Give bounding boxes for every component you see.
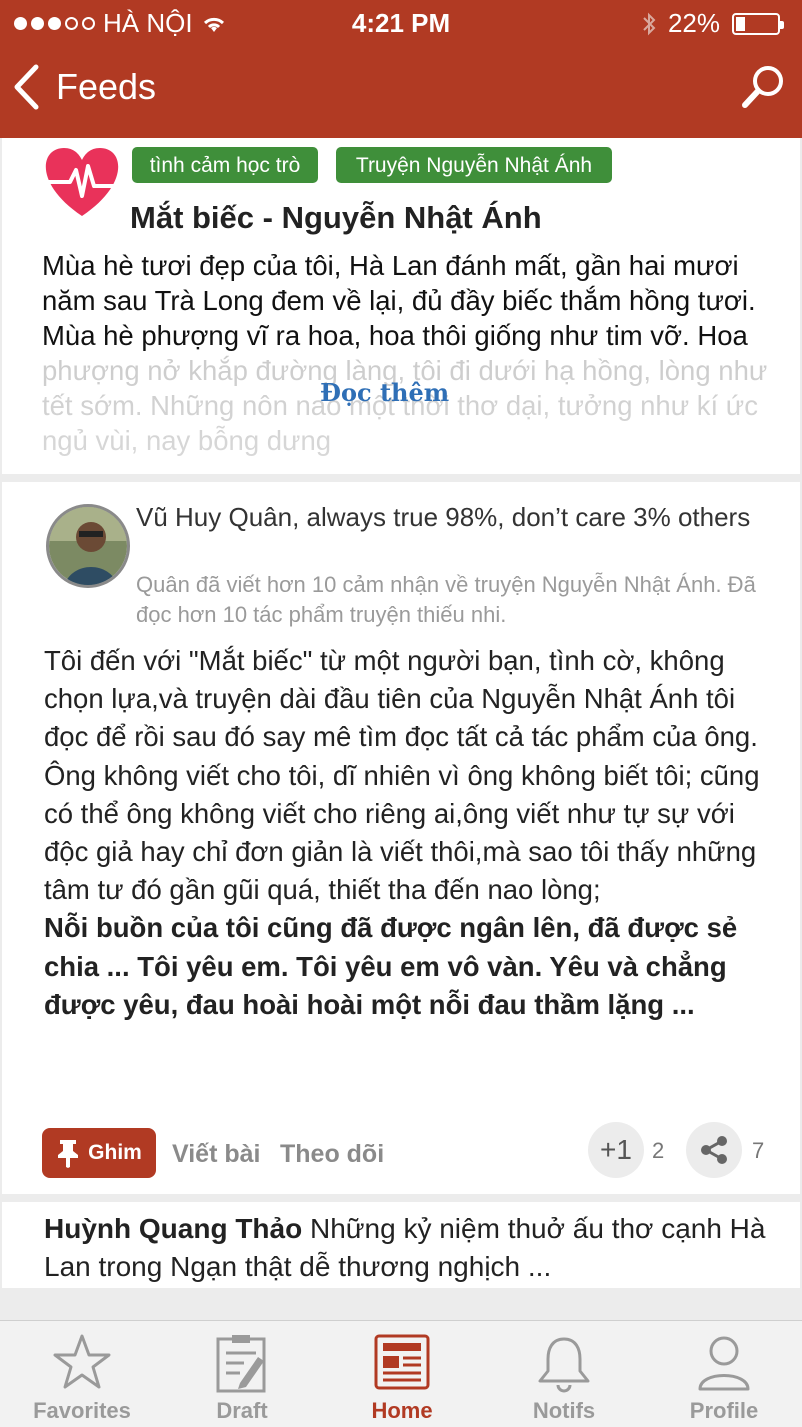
post-body-quote: Nỗi buồn của tôi cũng đã được ngân lên, … (44, 912, 738, 1020)
tab-label: Notifs (532, 1398, 596, 1423)
plus-one-button[interactable]: +1 (588, 1122, 644, 1178)
plus-one-count: 2 (652, 1138, 665, 1163)
story-title[interactable]: Mắt biếc - Nguyễn Nhật Ánh (130, 200, 542, 236)
bell-icon (538, 1337, 590, 1393)
status-right: 22% (642, 8, 784, 39)
featured-story-card[interactable]: tình cảm học trò Truyện Nguyễn Nhật Ánh … (2, 138, 800, 474)
tab-draft[interactable]: Draft (162, 1321, 322, 1427)
share-button[interactable] (686, 1122, 742, 1178)
preview-author-name[interactable]: Huỳnh Quang Thảo (44, 1213, 302, 1244)
back-button[interactable]: Feeds (12, 64, 156, 110)
story-excerpt: Mùa hè tươi đẹp của tôi, Hà Lan đánh mất… (42, 248, 782, 464)
avatar-image (49, 507, 127, 585)
heartbeat-icon (45, 148, 119, 216)
preview-post-card[interactable]: Huỳnh Quang Thảo Những kỷ niệm thuở ấu t… (2, 1202, 800, 1288)
pin-button[interactable]: Ghim (42, 1128, 156, 1178)
tab-home[interactable]: Home (322, 1321, 482, 1427)
bluetooth-icon (643, 12, 656, 35)
post-body: Tôi đến với "Mắt biếc" từ một người bạn,… (44, 642, 784, 1024)
author-bio: Quân đã viết hơn 10 cảm nhận về truyện N… (136, 572, 756, 627)
chevron-left-icon (14, 64, 39, 110)
tab-label: Profile (689, 1398, 759, 1423)
read-more-link[interactable]: Đọc thêm (320, 378, 449, 407)
tab-profile[interactable]: Profile (644, 1321, 802, 1427)
navigation-bar: Feeds (0, 44, 802, 138)
star-icon (53, 1334, 111, 1389)
post-card: Vũ Huy Quân, always true 98%, don’t care… (2, 482, 800, 1194)
pin-label: Ghim (88, 1141, 142, 1164)
tag-chip[interactable]: tình cảm học trò (132, 147, 318, 183)
post-actions: Ghim Viết bài Theo dõi +1 2 7 (42, 1122, 782, 1180)
status-bar: HÀ NỘI 4:21 PM 22% (0, 0, 802, 44)
write-post-link[interactable]: Viết bài (172, 1140, 260, 1169)
tab-label: Home (371, 1398, 433, 1423)
pin-icon (58, 1140, 79, 1168)
tab-favorites[interactable]: Favorites (2, 1321, 162, 1427)
preview-post-text: Huỳnh Quang Thảo Những kỷ niệm thuở ấu t… (44, 1210, 784, 1286)
search-icon (742, 66, 783, 108)
post-body-text: Tôi đến với "Mắt biếc" từ một người bạn,… (44, 645, 760, 906)
tab-bar: Favorites Draft Home Notifs Profile (0, 1320, 802, 1427)
share-icon (701, 1136, 727, 1164)
tab-label: Draft (216, 1398, 268, 1423)
avatar[interactable] (46, 504, 130, 588)
excerpt-fade-overlay (42, 352, 782, 464)
search-button[interactable] (740, 62, 788, 115)
nav-title: Feeds (56, 66, 157, 107)
share-count: 7 (752, 1138, 765, 1163)
battery-icon (732, 12, 784, 35)
draft-icon (216, 1335, 266, 1393)
newspaper-icon (374, 1334, 430, 1390)
tab-notifs[interactable]: Notifs (484, 1321, 644, 1427)
follow-link[interactable]: Theo dõi (280, 1140, 384, 1169)
tab-label: Favorites (33, 1398, 131, 1423)
battery-percent: 22% (667, 8, 720, 38)
user-icon (698, 1336, 750, 1391)
tag-chip[interactable]: Truyện Nguyễn Nhật Ánh (336, 147, 612, 183)
author-name[interactable]: Vũ Huy Quân, always true 98%, don’t care… (136, 500, 786, 535)
plus-one-label: +1 (600, 1134, 632, 1165)
